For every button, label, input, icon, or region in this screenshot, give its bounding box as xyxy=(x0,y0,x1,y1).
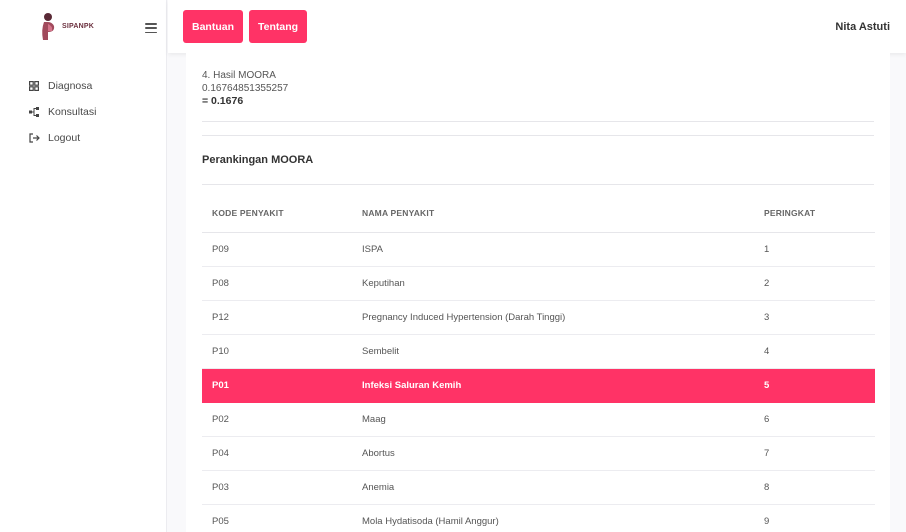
logout-icon xyxy=(28,132,40,144)
cell-nama: Anemia xyxy=(352,470,754,505)
cell-nama: Abortus xyxy=(352,436,754,471)
cell-kode: P08 xyxy=(202,266,352,301)
sidebar-item-label: Logout xyxy=(48,132,81,144)
cell-peringkat: 8 xyxy=(754,470,875,505)
sidebar-item-logout[interactable]: Logout xyxy=(0,125,166,151)
hasil-final-value: = 0.1676 xyxy=(202,95,244,107)
cell-kode: P01 xyxy=(202,368,352,403)
cell-nama: ISPA xyxy=(352,232,754,267)
hasil-moora: 4. Hasil MOORA 0.16764851355257 = 0.1676 xyxy=(202,53,874,108)
table-row: P04 Abortus 7 xyxy=(202,436,875,471)
tentang-button[interactable]: Tentang xyxy=(249,10,308,43)
sidebar-item-diagnosa[interactable]: Diagnosa xyxy=(0,73,166,99)
cell-nama: Maag xyxy=(352,402,754,437)
topbar: Bantuan Tentang Nita Astuti xyxy=(168,0,906,53)
divider xyxy=(202,184,874,185)
bantuan-button[interactable]: Bantuan xyxy=(183,10,243,43)
table-row-highlighted: P01 Infeksi Saluran Kemih 5 xyxy=(202,368,875,403)
table-row: P12 Pregnancy Induced Hypertension (Dara… xyxy=(202,300,875,335)
cell-kode: P02 xyxy=(202,402,352,437)
cell-nama: Infeksi Saluran Kemih xyxy=(352,368,754,403)
cell-peringkat: 5 xyxy=(754,368,875,403)
ranking-title: Perankingan MOORA xyxy=(202,154,314,166)
table-row: P08 Keputihan 2 xyxy=(202,266,875,301)
sidebar: SIPANPK Diagnosa Konsultasi Logout xyxy=(0,0,167,532)
cell-peringkat: 3 xyxy=(754,300,875,335)
cell-nama: Keputihan xyxy=(352,266,754,301)
cell-peringkat: 7 xyxy=(754,436,875,471)
cell-peringkat: 1 xyxy=(754,232,875,267)
brand[interactable]: SIPANPK xyxy=(0,0,166,53)
table-header-row: KODE PENYAKIT NAMA PENYAKIT PERINGKAT xyxy=(202,194,875,233)
cell-peringkat: 9 xyxy=(754,504,875,532)
table-row: P02 Maag 6 xyxy=(202,402,875,437)
grid-icon xyxy=(28,80,40,92)
column-header-nama: NAMA PENYAKIT xyxy=(352,194,754,233)
sidebar-item-label: Konsultasi xyxy=(48,106,97,118)
sidebar-item-label: Diagnosa xyxy=(48,80,93,92)
column-header-peringkat: PERINGKAT xyxy=(754,194,875,233)
cell-nama: Pregnancy Induced Hypertension (Darah Ti… xyxy=(352,300,754,335)
main-content: 4. Hasil MOORA 0.16764851355257 = 0.1676… xyxy=(186,53,890,532)
hasil-raw-value: 0.16764851355257 xyxy=(202,83,289,94)
cell-nama: Mola Hydatisoda (Hamil Anggur) xyxy=(352,504,754,532)
table-row: P10 Sembelit 4 xyxy=(202,334,875,369)
cell-kode: P05 xyxy=(202,504,352,532)
cell-kode: P10 xyxy=(202,334,352,369)
cell-kode: P04 xyxy=(202,436,352,471)
user-name[interactable]: Nita Astuti xyxy=(835,21,890,33)
flow-icon xyxy=(28,106,40,118)
pregnant-woman-logo-icon xyxy=(36,12,60,42)
cell-kode: P09 xyxy=(202,232,352,267)
divider xyxy=(202,121,874,122)
cell-peringkat: 4 xyxy=(754,334,875,369)
sidebar-nav: Diagnosa Konsultasi Logout xyxy=(0,73,166,151)
table-row: P05 Mola Hydatisoda (Hamil Anggur) 9 xyxy=(202,504,875,532)
column-header-kode: KODE PENYAKIT xyxy=(202,194,352,233)
cell-peringkat: 2 xyxy=(754,266,875,301)
hasil-heading: 4. Hasil MOORA xyxy=(202,70,276,81)
cell-kode: P03 xyxy=(202,470,352,505)
ranking-table: KODE PENYAKIT NAMA PENYAKIT PERINGKAT P0… xyxy=(202,194,875,532)
brand-name: SIPANPK xyxy=(62,23,94,30)
cell-nama: Sembelit xyxy=(352,334,754,369)
cell-kode: P12 xyxy=(202,300,352,335)
divider xyxy=(202,135,874,136)
sidebar-item-konsultasi[interactable]: Konsultasi xyxy=(0,99,166,125)
cell-peringkat: 6 xyxy=(754,402,875,437)
table-row: P09 ISPA 1 xyxy=(202,232,875,267)
hamburger-menu-icon[interactable] xyxy=(145,23,157,33)
table-row: P03 Anemia 8 xyxy=(202,470,875,505)
